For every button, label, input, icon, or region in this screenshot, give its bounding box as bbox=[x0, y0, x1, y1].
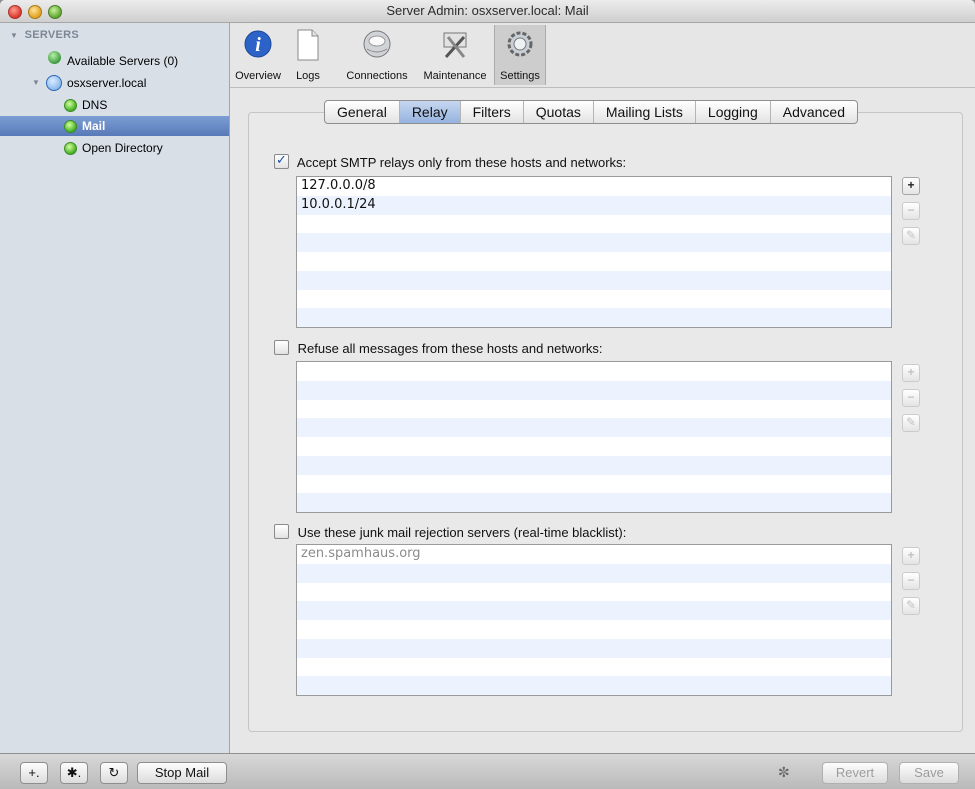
empty-row bbox=[297, 658, 891, 677]
accept-relays-list[interactable]: 127.0.0.0/8 10.0.0.1/24 bbox=[296, 176, 892, 328]
service-running-icon bbox=[64, 142, 77, 155]
empty-row bbox=[297, 362, 891, 381]
action-menu-button[interactable]: ✱. bbox=[60, 762, 88, 784]
minimize-window-button[interactable] bbox=[28, 5, 42, 19]
junk-mail-checkbox[interactable] bbox=[274, 524, 289, 539]
network-globe-icon bbox=[48, 51, 61, 64]
save-button[interactable]: Save bbox=[899, 762, 959, 784]
refuse-messages-buttons: + − ✎ bbox=[902, 364, 920, 439]
empty-row bbox=[297, 601, 891, 620]
empty-row bbox=[297, 215, 891, 234]
tab-general[interactable]: General bbox=[325, 101, 400, 123]
settings-tabs: General Relay Filters Quotas Mailing Lis… bbox=[324, 100, 859, 124]
svg-text:i: i bbox=[255, 34, 261, 56]
tab-mailing-lists[interactable]: Mailing Lists bbox=[594, 101, 696, 123]
revert-button[interactable]: Revert bbox=[822, 762, 888, 784]
empty-row bbox=[297, 638, 891, 658]
refuse-messages-checkbox[interactable] bbox=[274, 340, 289, 355]
add-button[interactable]: + bbox=[902, 364, 920, 382]
empty-row bbox=[297, 290, 891, 309]
server-admin-window: Server Admin: osxserver.local: Mail ▼ SE… bbox=[0, 0, 975, 789]
info-icon: i bbox=[244, 30, 272, 58]
bottom-bar: +. ✱. ↻ Stop Mail ✼ Revert Save bbox=[0, 753, 975, 789]
stop-mail-button[interactable]: Stop Mail bbox=[137, 762, 227, 784]
edit-pencil-icon[interactable]: ✎ bbox=[902, 414, 920, 432]
toolbar-maintenance-button[interactable]: Maintenance bbox=[419, 25, 491, 85]
servers-header[interactable]: ▼ SERVERS bbox=[10, 29, 79, 41]
empty-row bbox=[297, 676, 891, 695]
empty-row bbox=[297, 437, 891, 456]
empty-row bbox=[297, 308, 891, 327]
tools-icon bbox=[443, 32, 467, 59]
disclosure-triangle-icon[interactable]: ▼ bbox=[10, 31, 18, 40]
list-item[interactable]: 127.0.0.0/8 bbox=[297, 177, 891, 196]
junk-mail-row: Use these junk mail rejection servers (r… bbox=[274, 524, 626, 541]
tab-relay[interactable]: Relay bbox=[399, 101, 461, 123]
toolbar: i Overview Logs Connections Maintenance … bbox=[230, 23, 975, 88]
toolbar-settings-button[interactable]: Settings bbox=[494, 25, 546, 85]
empty-row bbox=[297, 252, 891, 271]
empty-row bbox=[297, 380, 891, 400]
empty-row bbox=[297, 493, 891, 512]
tab-logging[interactable]: Logging bbox=[696, 101, 771, 123]
refresh-button[interactable]: ↻ bbox=[100, 762, 128, 784]
sidebar-item-mail[interactable]: Mail bbox=[0, 116, 229, 136]
toolbar-logs-button[interactable]: Logs bbox=[288, 25, 328, 85]
tab-advanced[interactable]: Advanced bbox=[771, 101, 857, 123]
remove-button[interactable]: − bbox=[902, 202, 920, 220]
empty-row bbox=[297, 455, 891, 475]
gear-icon bbox=[507, 31, 533, 57]
sidebar-item-dns[interactable]: DNS bbox=[0, 95, 229, 115]
remove-button[interactable]: − bbox=[902, 389, 920, 407]
window-title: Server Admin: osxserver.local: Mail bbox=[386, 3, 589, 18]
add-button[interactable]: + bbox=[902, 177, 920, 195]
sidebar-item-osxserver[interactable]: ▼ osxserver.local bbox=[0, 73, 229, 93]
junk-mail-buttons: + − ✎ bbox=[902, 547, 920, 622]
empty-row bbox=[297, 270, 891, 290]
list-item[interactable]: zen.spamhaus.org bbox=[297, 545, 891, 564]
document-icon bbox=[297, 29, 319, 61]
close-window-button[interactable] bbox=[8, 5, 22, 19]
title-bar[interactable]: Server Admin: osxserver.local: Mail bbox=[0, 0, 975, 23]
list-item[interactable]: 10.0.0.1/24 bbox=[297, 195, 891, 215]
accept-relays-row: Accept SMTP relays only from these hosts… bbox=[274, 152, 626, 171]
disclosure-triangle-icon[interactable]: ▼ bbox=[32, 73, 40, 93]
edit-pencil-icon[interactable]: ✎ bbox=[902, 227, 920, 245]
remove-button[interactable]: − bbox=[902, 572, 920, 590]
refuse-messages-row: Refuse all messages from these hosts and… bbox=[274, 340, 603, 357]
toolbar-overview-button[interactable]: i Overview bbox=[232, 25, 284, 85]
empty-row bbox=[297, 233, 891, 252]
empty-row bbox=[297, 475, 891, 494]
empty-row bbox=[297, 400, 891, 419]
toolbar-connections-button[interactable]: Connections bbox=[342, 25, 412, 85]
edit-pencil-icon[interactable]: ✎ bbox=[902, 597, 920, 615]
globe-icon bbox=[363, 30, 391, 58]
junk-mail-list[interactable]: zen.spamhaus.org bbox=[296, 544, 892, 696]
server-icon bbox=[46, 75, 62, 91]
sidebar-item-open-directory[interactable]: Open Directory bbox=[0, 138, 229, 158]
zoom-window-button[interactable] bbox=[48, 5, 62, 19]
empty-row bbox=[297, 583, 891, 602]
accept-relays-buttons: + − ✎ bbox=[902, 177, 920, 252]
empty-row bbox=[297, 620, 891, 639]
sidebar-item-available-servers[interactable]: Available Servers (0) bbox=[0, 51, 229, 71]
empty-row bbox=[297, 563, 891, 583]
add-button[interactable]: + bbox=[902, 547, 920, 565]
tab-filters[interactable]: Filters bbox=[461, 101, 524, 123]
service-running-icon bbox=[64, 120, 77, 133]
accept-relays-checkbox[interactable] bbox=[274, 152, 289, 169]
progress-spinner-icon: ✼ bbox=[778, 764, 790, 780]
empty-row bbox=[297, 418, 891, 437]
main-content: General Relay Filters Quotas Mailing Lis… bbox=[230, 88, 975, 753]
service-running-icon bbox=[64, 99, 77, 112]
sidebar: ▼ SERVERS Available Servers (0) ▼ osxser… bbox=[0, 23, 230, 753]
add-server-button[interactable]: +. bbox=[20, 762, 48, 784]
tab-quotas[interactable]: Quotas bbox=[524, 101, 594, 123]
refuse-messages-list[interactable] bbox=[296, 361, 892, 513]
